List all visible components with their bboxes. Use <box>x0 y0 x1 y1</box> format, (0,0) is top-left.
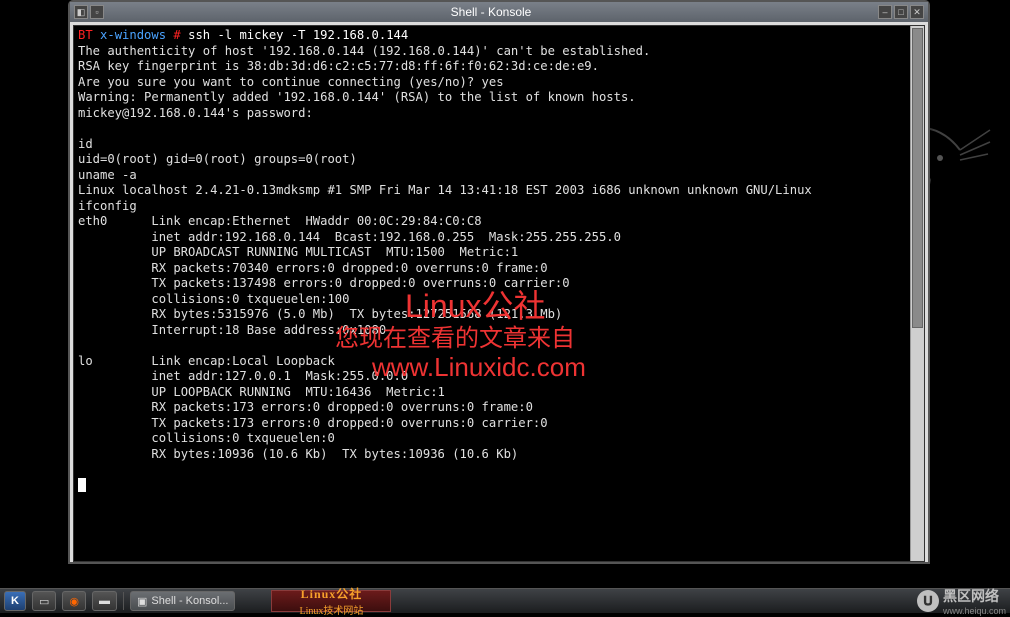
output-line: RSA key fingerprint is 38:db:3d:d6:c2:c5… <box>78 59 599 73</box>
firefox-launcher[interactable]: ◉ <box>62 591 86 611</box>
output-line: RX packets:173 errors:0 dropped:0 overru… <box>78 400 533 414</box>
taskbar: K ▭ ◉ ▬ ▣ Shell - Konsol... Linux公社 Linu… <box>0 588 1010 613</box>
terminal-scrollbar[interactable] <box>910 26 924 561</box>
minimize-icon[interactable]: – <box>878 5 892 19</box>
output-line: TX packets:137498 errors:0 dropped:0 ove… <box>78 276 570 290</box>
heiqu-sub: www.heiqu.com <box>943 606 1006 616</box>
output-line: TX packets:173 errors:0 dropped:0 overru… <box>78 416 548 430</box>
desktop: ⟨ ◧ ▫ Shell - Konsole – □ ✕ BT x-windows… <box>0 0 1010 588</box>
terminal-output: BT x-windows # ssh -l mickey -T 192.168.… <box>78 28 920 493</box>
taskbar-separator <box>123 592 124 610</box>
output-line: uname -a <box>78 168 137 182</box>
heiqu-watermark-logo: 黑区网络 www.heiqu.com <box>917 586 1006 616</box>
terminal-cursor <box>78 478 86 492</box>
scrollbar-thumb[interactable] <box>912 28 923 328</box>
heiqu-icon <box>917 590 939 612</box>
close-icon[interactable]: ✕ <box>910 5 924 19</box>
output-line: id <box>78 137 93 151</box>
konsole-launcher[interactable]: ▬ <box>92 591 117 611</box>
output-line: inet addr:127.0.0.1 Mask:255.0.0.0 <box>78 369 408 383</box>
maximize-icon[interactable]: □ <box>894 5 908 19</box>
konsole-window: ◧ ▫ Shell - Konsole – □ ✕ BT x-windows #… <box>68 0 930 564</box>
taskbar-task-label: Shell - Konsol... <box>151 595 228 607</box>
output-line: RX bytes:10936 (10.6 Kb) TX bytes:10936 … <box>78 447 518 461</box>
output-line: The authenticity of host '192.168.0.144 … <box>78 44 650 58</box>
output-line: collisions:0 txqueuelen:100 <box>78 292 350 306</box>
linuxgs-big: Linux公社 <box>301 585 363 602</box>
output-line: uid=0(root) gid=0(root) groups=0(root) <box>78 152 357 166</box>
output-line: RX packets:70340 errors:0 dropped:0 over… <box>78 261 548 275</box>
output-line: Interrupt:18 Base address:0x1080 <box>78 323 386 337</box>
prompt-dir: x-windows <box>100 28 166 42</box>
window-menu-icon[interactable]: ◧ <box>74 5 88 19</box>
output-line: UP BROADCAST RUNNING MULTICAST MTU:1500 … <box>78 245 518 259</box>
window-shade-icon[interactable]: ▫ <box>90 5 104 19</box>
window-title: Shell - Konsole <box>104 5 878 19</box>
output-line: ifconfig <box>78 199 137 213</box>
output-line: Linux localhost 2.4.21-0.13mdksmp #1 SMP… <box>78 183 812 197</box>
taskbar-task-konsole[interactable]: ▣ Shell - Konsol... <box>130 591 235 611</box>
output-line: Warning: Permanently added '192.168.0.14… <box>78 90 636 104</box>
linuxgs-watermark-logo: Linux公社 Linux技术网站 <box>271 590 391 612</box>
output-line: mickey@192.168.0.144's password: <box>78 106 313 120</box>
output-line: UP LOOPBACK RUNNING MTU:16436 Metric:1 <box>78 385 445 399</box>
terminal-area[interactable]: BT x-windows # ssh -l mickey -T 192.168.… <box>73 25 925 562</box>
konsole-task-icon: ▣ <box>137 595 147 608</box>
output-line: collisions:0 txqueuelen:0 <box>78 431 335 445</box>
output-line: eth0 Link encap:Ethernet HWaddr 00:0C:29… <box>78 214 482 228</box>
prompt-host: BT <box>78 28 93 42</box>
prompt-hash: # <box>173 28 180 42</box>
output-line: RX bytes:5315976 (5.0 Mb) TX bytes:12725… <box>78 307 562 321</box>
show-desktop-button[interactable]: ▭ <box>32 591 56 611</box>
linuxgs-small: Linux技术网站 <box>300 602 364 617</box>
command-text: ssh -l mickey -T 192.168.0.144 <box>188 28 408 42</box>
heiqu-main: 黑区网络 <box>943 588 999 604</box>
output-line: lo Link encap:Local Loopback <box>78 354 335 368</box>
kde-start-button[interactable]: K <box>4 591 26 611</box>
output-line: inet addr:192.168.0.144 Bcast:192.168.0.… <box>78 230 621 244</box>
output-line: Are you sure you want to continue connec… <box>78 75 504 89</box>
window-titlebar[interactable]: ◧ ▫ Shell - Konsole – □ ✕ <box>70 2 928 22</box>
